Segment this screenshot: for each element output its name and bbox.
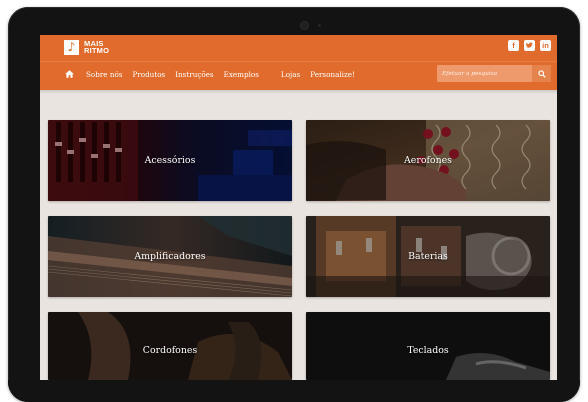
logo-text: MAIS RITMO <box>84 39 110 55</box>
category-card-cordofones[interactable]: Cordofones <box>48 312 292 380</box>
twitter-icon[interactable] <box>524 40 535 51</box>
category-label: Cordofones <box>142 344 198 356</box>
camera-lens <box>300 21 309 30</box>
search-icon <box>537 69 546 78</box>
nav-produtos[interactable]: Produtos <box>132 70 165 79</box>
social-links: f in <box>508 40 551 51</box>
header-shadow <box>40 90 557 94</box>
main-navigation: Sobre nós Produtos Instruções Exemplos L… <box>64 67 365 81</box>
linkedin-icon[interactable]: in <box>540 40 551 51</box>
category-label: Teclados <box>407 344 449 356</box>
home-icon[interactable] <box>64 69 74 79</box>
category-card-aerofones[interactable]: Aerofones <box>306 120 550 201</box>
tablet-bottom-bezel <box>8 380 580 402</box>
nav-personalize[interactable]: Personalize! <box>310 70 355 79</box>
site-header: ♪ MAIS RITMO f in Sobre nós Produtos Ins… <box>40 35 557 90</box>
category-label: Acessórios <box>144 155 196 166</box>
search-input[interactable] <box>442 65 526 82</box>
music-note-icon: ♪ <box>64 39 79 55</box>
nav-lojas[interactable]: Lojas <box>281 70 300 79</box>
browser-screen: ♪ MAIS RITMO f in Sobre nós Produtos Ins… <box>40 35 557 380</box>
logo-line-2: RITMO <box>84 46 110 55</box>
facebook-icon[interactable]: f <box>508 40 519 51</box>
header-divider <box>40 61 557 62</box>
category-card-amplificadores[interactable]: Amplificadores <box>48 216 292 297</box>
search-button[interactable] <box>532 65 551 82</box>
category-card-acessorios[interactable]: Acessórios <box>48 120 292 201</box>
search-box <box>437 65 551 82</box>
twitter-bird-shape <box>526 42 533 48</box>
nav-exemplos[interactable]: Exemplos <box>224 70 259 79</box>
light-sensor <box>318 24 321 27</box>
category-card-baterias[interactable]: Baterias <box>306 216 550 297</box>
category-label: Baterias <box>408 251 448 262</box>
tablet-device-frame: ♪ MAIS RITMO f in Sobre nós Produtos Ins… <box>8 7 580 402</box>
category-card-teclados[interactable]: Teclados <box>306 312 550 380</box>
nav-sobre-nos[interactable]: Sobre nós <box>86 70 122 79</box>
category-label: Aerofones <box>404 155 452 166</box>
site-logo[interactable]: ♪ MAIS RITMO <box>64 38 109 56</box>
home-shape <box>64 70 74 78</box>
category-label: Amplificadores <box>134 251 206 262</box>
nav-instrucoes[interactable]: Instruções <box>175 70 213 79</box>
